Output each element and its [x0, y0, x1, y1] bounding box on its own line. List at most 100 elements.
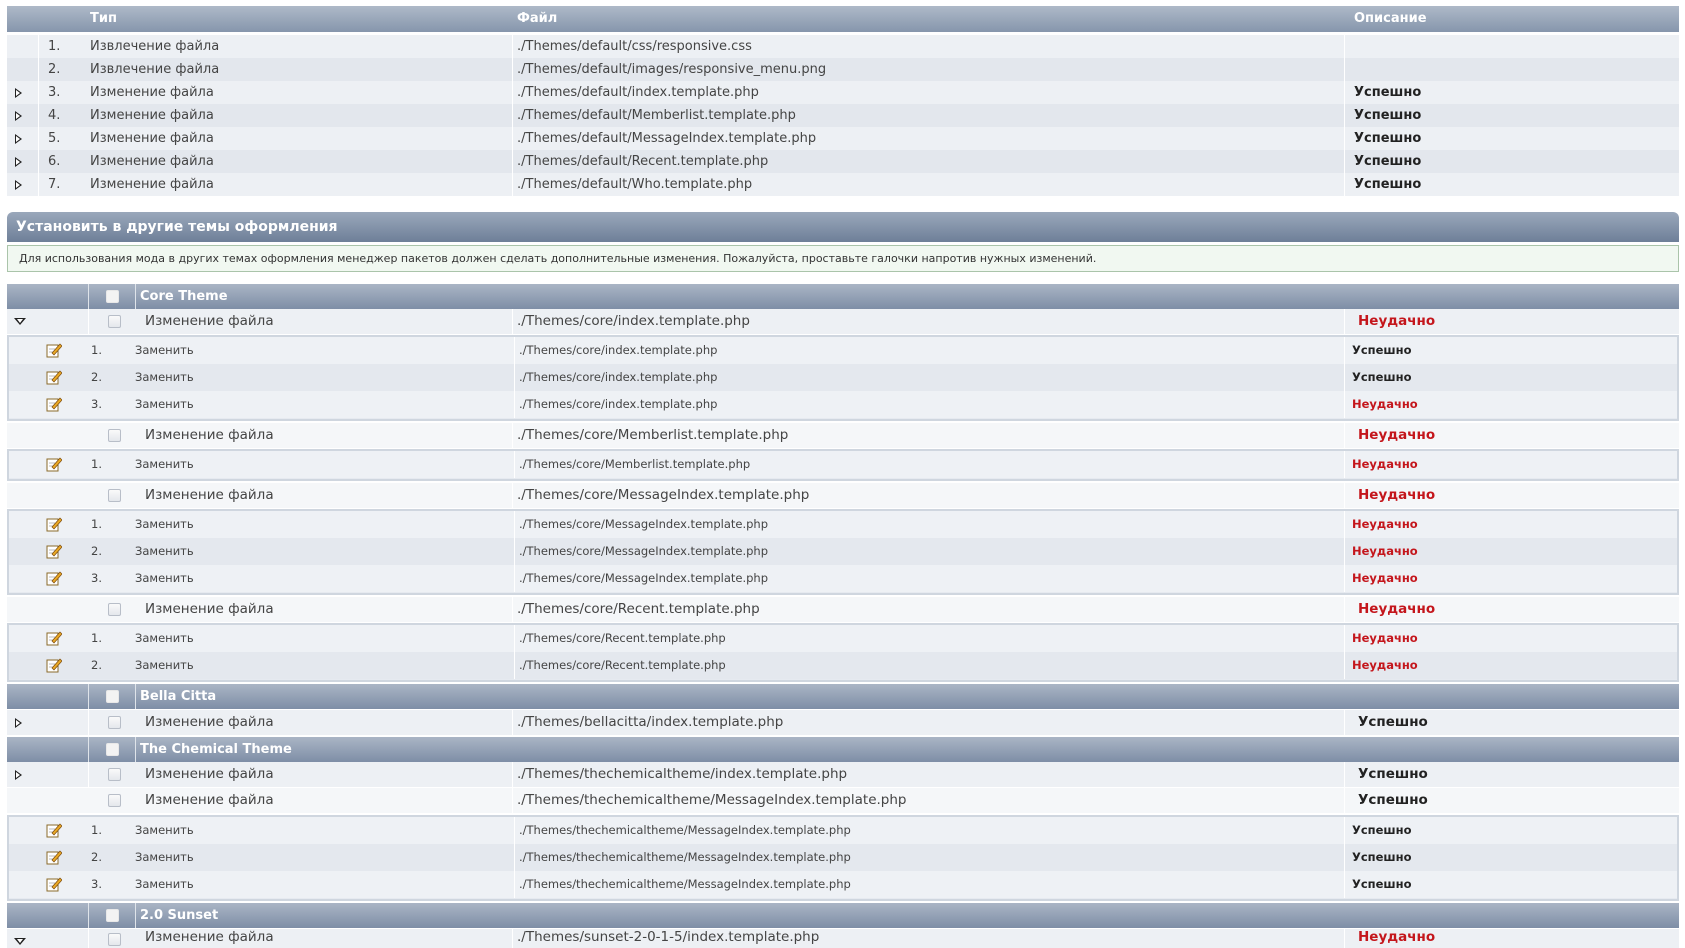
edit-icon[interactable] [46, 849, 62, 865]
expand-arrow-icon[interactable] [15, 718, 22, 728]
file-checkbox[interactable] [108, 794, 121, 807]
row-status: Успешно [1354, 177, 1422, 192]
sub-action-row: 2. Заменить ./Themes/thechemicaltheme/Me… [9, 844, 1677, 871]
row-number: 1. [48, 39, 61, 54]
sub-number: 1. [91, 517, 102, 531]
sub-type: Заменить [135, 631, 194, 645]
file-type: Изменение файла [145, 792, 274, 808]
sub-actions-group: 1. Заменить ./Themes/core/index.template… [7, 335, 1679, 421]
sub-actions-group: 1. Заменить ./Themes/core/Memberlist.tem… [7, 449, 1679, 481]
sub-file: ./Themes/core/MessageIndex.template.php [519, 571, 769, 585]
edit-icon[interactable] [46, 822, 62, 838]
file-checkbox[interactable] [108, 489, 121, 502]
file-type: Изменение файла [145, 427, 274, 443]
info-message: Для использования мода в других темах оф… [7, 245, 1679, 272]
header-type: Тип [90, 11, 117, 26]
file-checkbox[interactable] [108, 603, 121, 616]
row-type: Извлечение файла [90, 62, 220, 77]
row-number: 2. [48, 62, 61, 77]
file-checkbox[interactable] [108, 429, 121, 442]
action-row: 4. Изменение файла ./Themes/default/Memb… [7, 104, 1679, 127]
edit-icon[interactable] [46, 369, 62, 385]
file-checkbox[interactable] [108, 716, 121, 729]
edit-icon[interactable] [46, 657, 62, 673]
file-status: Неудачно [1358, 313, 1436, 329]
file-checkbox[interactable] [108, 315, 121, 328]
sub-type: Заменить [135, 397, 194, 411]
edit-icon[interactable] [46, 342, 62, 358]
row-file: ./Themes/default/index.template.php [517, 85, 759, 100]
header-file: Файл [517, 11, 558, 26]
sub-action-row: 2. Заменить ./Themes/core/Recent.templat… [9, 652, 1677, 679]
row-status: Успешно [1354, 85, 1422, 100]
expand-arrow-icon[interactable] [15, 157, 22, 167]
sub-file: ./Themes/core/index.template.php [519, 397, 718, 411]
sub-type: Заменить [135, 517, 194, 531]
expand-arrow-icon[interactable] [15, 770, 22, 780]
row-status: Успешно [1354, 108, 1422, 123]
sub-action-row: 3. Заменить ./Themes/core/index.template… [9, 391, 1677, 418]
sub-number: 3. [91, 571, 102, 585]
sub-file: ./Themes/thechemicaltheme/MessageIndex.t… [519, 877, 851, 891]
theme-select-all-checkbox[interactable] [106, 690, 119, 703]
file-status: Успешно [1358, 766, 1428, 782]
theme-name: Core Theme [140, 289, 228, 304]
sub-type: Заменить [135, 571, 194, 585]
row-type: Изменение файла [90, 85, 214, 100]
row-number: 7. [48, 177, 61, 192]
theme-select-all-checkbox[interactable] [106, 743, 119, 756]
file-checkbox[interactable] [108, 933, 121, 946]
sub-action-row: 1. Заменить ./Themes/thechemicaltheme/Me… [9, 817, 1677, 844]
row-file: ./Themes/default/MessageIndex.template.p… [517, 131, 817, 146]
sub-type: Заменить [135, 370, 194, 384]
theme-select-all-checkbox[interactable] [106, 909, 119, 922]
action-row: 3. Изменение файла ./Themes/default/inde… [7, 81, 1679, 104]
package-install-page: Тип Файл Описание 1. Извлечение файла ./… [0, 0, 1685, 948]
sub-type: Заменить [135, 658, 194, 672]
edit-icon[interactable] [46, 396, 62, 412]
edit-icon[interactable] [46, 456, 62, 472]
file-path: ./Themes/core/Recent.template.php [517, 601, 760, 617]
file-checkbox[interactable] [108, 768, 121, 781]
theme-file-row: Изменение файла ./Themes/core/MessageInd… [7, 483, 1679, 508]
expand-arrow-icon[interactable] [15, 180, 22, 190]
expand-arrow-icon[interactable] [15, 111, 22, 121]
sub-file: ./Themes/thechemicaltheme/MessageIndex.t… [519, 850, 851, 864]
file-status: Неудачно [1358, 427, 1436, 443]
edit-icon[interactable] [46, 570, 62, 586]
sub-type: Заменить [135, 877, 194, 891]
edit-icon[interactable] [46, 876, 62, 892]
expand-arrow-icon[interactable] [15, 134, 22, 144]
file-status: Неудачно [1358, 929, 1436, 945]
expand-arrow-icon[interactable] [15, 88, 22, 98]
sub-number: 2. [91, 850, 102, 864]
theme-file-row: Изменение файла ./Themes/core/Recent.tem… [7, 597, 1679, 622]
sub-type: Заменить [135, 544, 194, 558]
edit-icon[interactable] [46, 543, 62, 559]
theme-file-row: Изменение файла ./Themes/core/index.temp… [7, 309, 1679, 334]
file-path: ./Themes/core/Memberlist.template.php [517, 427, 789, 443]
theme-select-all-checkbox[interactable] [106, 290, 119, 303]
theme-name: The Chemical Theme [140, 742, 292, 757]
sub-file: ./Themes/thechemicaltheme/MessageIndex.t… [519, 823, 851, 837]
edit-icon[interactable] [46, 630, 62, 646]
sub-number: 1. [91, 631, 102, 645]
row-file: ./Themes/default/images/responsive_menu.… [517, 62, 827, 77]
collapse-arrow-icon[interactable] [14, 938, 26, 945]
row-status: Успешно [1354, 154, 1422, 169]
sub-type: Заменить [135, 850, 194, 864]
file-path: ./Themes/sunset-2-0-1-5/index.template.p… [517, 929, 820, 945]
row-type: Изменение файла [90, 131, 214, 146]
edit-icon[interactable] [46, 516, 62, 532]
sub-action-row: 1. Заменить ./Themes/core/Recent.templat… [9, 625, 1677, 652]
file-type: Изменение файла [145, 487, 274, 503]
sub-action-row: 1. Заменить ./Themes/core/MessageIndex.t… [9, 511, 1677, 538]
file-path: ./Themes/bellacitta/index.template.php [517, 714, 784, 730]
sub-status: Неудачно [1352, 457, 1418, 471]
row-type: Извлечение файла [90, 39, 220, 54]
sub-status: Неудачно [1352, 544, 1418, 558]
action-row: 6. Изменение файла ./Themes/default/Rece… [7, 150, 1679, 173]
sub-status: Успешно [1352, 370, 1412, 384]
sub-file: ./Themes/core/index.template.php [519, 370, 718, 384]
collapse-arrow-icon[interactable] [14, 318, 26, 325]
